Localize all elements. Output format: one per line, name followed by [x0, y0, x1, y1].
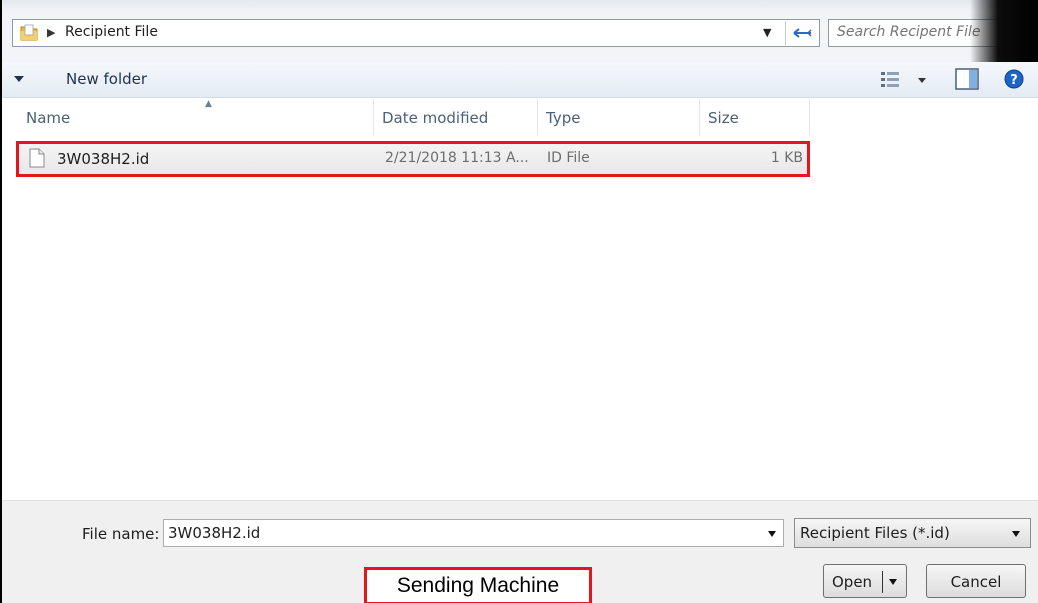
- file-name-combobox[interactable]: [163, 519, 784, 547]
- column-name-label: Name: [26, 109, 71, 127]
- open-button[interactable]: Open: [823, 564, 907, 598]
- sort-ascending-icon: ▲: [205, 99, 212, 109]
- column-date-label: Date modified: [382, 109, 489, 127]
- column-header-type[interactable]: Type: [538, 99, 700, 135]
- file-name-dropdown-icon[interactable]: [768, 531, 776, 537]
- filter-dropdown-icon: [1012, 531, 1020, 537]
- column-header-size[interactable]: Size: [700, 99, 810, 135]
- search-input[interactable]: [837, 24, 1002, 40]
- svg-text:?: ?: [1010, 73, 1018, 88]
- refresh-button[interactable]: [785, 21, 818, 45]
- file-list[interactable]: 3W038H2.id 2/21/2018 11:13 A... ID File …: [2, 135, 1038, 500]
- column-type-label: Type: [546, 109, 581, 127]
- refresh-icon: [793, 28, 812, 38]
- title-strip: [2, 0, 1038, 12]
- change-view-icon[interactable]: [880, 70, 902, 90]
- cancel-button[interactable]: Cancel: [926, 564, 1026, 598]
- search-icon[interactable]: [1019, 23, 1038, 43]
- breadcrumb-recipient-file[interactable]: Recipient File: [65, 24, 158, 40]
- file-type-cell: ID File: [547, 150, 590, 166]
- file-type-filter-value: Recipient Files (*.id): [800, 524, 950, 542]
- breadcrumb-arrow-icon[interactable]: ▶: [47, 26, 55, 39]
- file-size-cell: 1 KB: [770, 150, 803, 166]
- file-date-cell: 2/21/2018 11:13 A...: [385, 150, 529, 166]
- new-folder-button[interactable]: New folder: [66, 70, 147, 88]
- view-dropdown-icon[interactable]: [918, 78, 926, 83]
- file-type-filter-select[interactable]: Recipient Files (*.id): [794, 518, 1031, 548]
- address-bar-row: ▶ Recipient File ▼: [2, 0, 1038, 62]
- command-toolbar: New folder ?: [2, 62, 1038, 98]
- address-bar[interactable]: ▶ Recipient File ▼: [12, 19, 820, 47]
- file-name-input[interactable]: [168, 524, 748, 542]
- file-name-cell: 3W038H2.id: [57, 150, 150, 168]
- address-history-dropdown-icon[interactable]: ▼: [763, 26, 771, 39]
- file-open-dialog: ▶ Recipient File ▼ New folder: [0, 0, 1038, 603]
- open-split-divider: [882, 571, 883, 593]
- column-size-label: Size: [708, 109, 739, 127]
- help-icon[interactable]: ?: [1004, 69, 1024, 89]
- file-name-label: File name:: [82, 525, 160, 543]
- preview-pane-icon[interactable]: [955, 68, 979, 90]
- sending-machine-annotation: Sending Machine: [364, 567, 592, 603]
- organize-dropdown-icon[interactable]: [14, 76, 24, 82]
- column-header-row: Name ▲ Date modified Type Size: [2, 99, 1038, 135]
- file-row-selected[interactable]: 3W038H2.id 2/21/2018 11:13 A... ID File …: [16, 141, 810, 177]
- column-header-date-modified[interactable]: Date modified: [374, 99, 538, 135]
- open-options-dropdown-icon[interactable]: [889, 579, 897, 585]
- folder-icon: [20, 24, 38, 41]
- open-button-label: Open: [832, 573, 873, 591]
- bottom-panel: File name: Recipient Files (*.id) Sendin…: [2, 500, 1038, 603]
- search-box[interactable]: [828, 19, 1038, 47]
- column-header-name[interactable]: Name ▲: [18, 99, 374, 135]
- file-icon: [29, 148, 45, 168]
